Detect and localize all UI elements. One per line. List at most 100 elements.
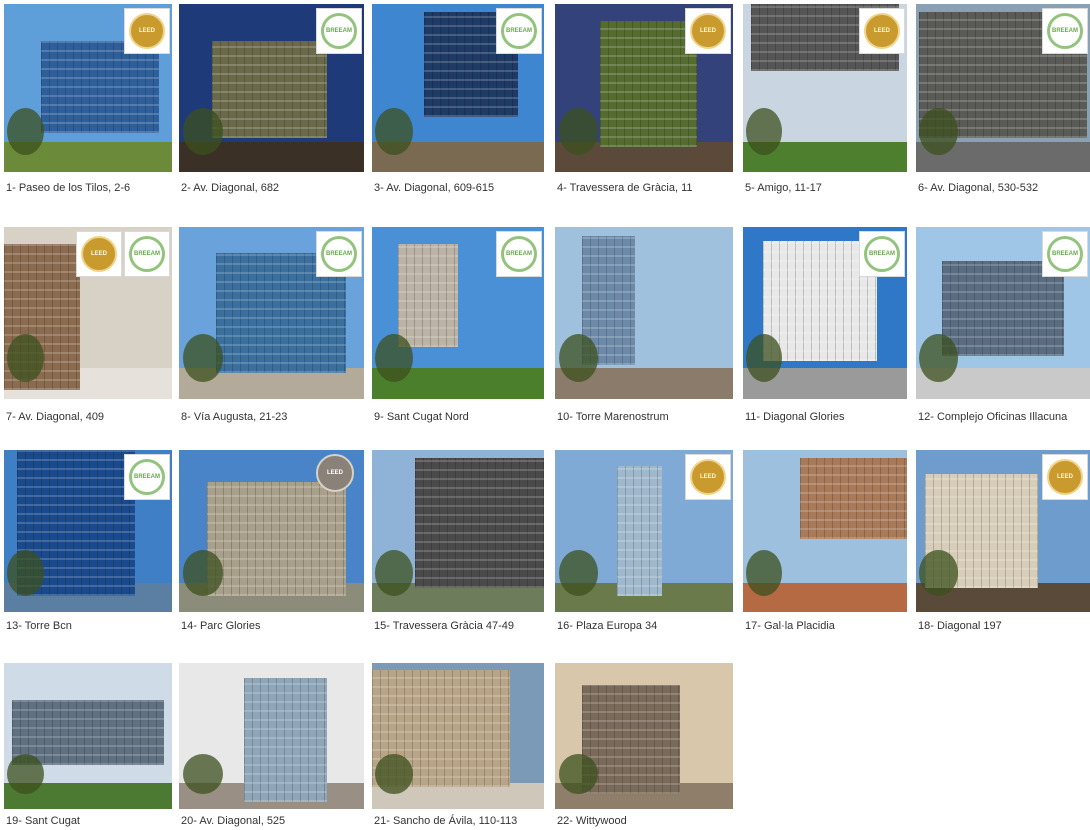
property-tile[interactable]: BREEAM 12- Complejo Oficinas Illacuna	[916, 227, 1090, 425]
property-caption[interactable]: 12- Complejo Oficinas Illacuna	[918, 411, 1067, 424]
property-tile[interactable]: BREEAM 13- Torre Bcn	[4, 450, 172, 634]
property-caption[interactable]: 18- Diagonal 197	[918, 620, 1002, 633]
property-photo[interactable]: LEED	[555, 450, 733, 612]
badge-seal: LEED	[326, 469, 343, 476]
property-caption[interactable]: 17- Gal·la Placidia	[745, 620, 835, 633]
property-caption[interactable]: 15- Travessera Gràcia 47-49	[374, 620, 514, 633]
building	[206, 482, 346, 596]
property-caption[interactable]: 10- Torre Marenostrum	[557, 411, 669, 424]
property-tile[interactable]: 10- Torre Marenostrum	[555, 227, 733, 425]
property-photo[interactable]	[372, 663, 544, 809]
property-caption[interactable]: 14- Parc Glories	[181, 620, 260, 633]
property-caption[interactable]: 19- Sant Cugat	[6, 815, 80, 828]
property-caption[interactable]: 22- Wittywood	[557, 815, 627, 828]
building	[800, 458, 907, 540]
property-tile[interactable]: 22- Wittywood	[555, 663, 733, 829]
property-photo[interactable]: BREEAM	[4, 450, 172, 612]
breeam-certification-badge: BREEAM	[496, 231, 542, 277]
property-caption[interactable]: 6- Av. Diagonal, 530-532	[918, 182, 1038, 195]
property-tile[interactable]: LEED 1- Paseo de los Tilos, 2-6	[4, 4, 172, 196]
leed-certification-badge: LEED	[76, 231, 122, 277]
property-tile[interactable]: BREEAM 8- Vía Augusta, 21-23	[179, 227, 364, 425]
badge-seal: LEED	[690, 13, 726, 49]
property-tile[interactable]: BREEAM LEED 7- Av. Diagonal, 409	[4, 227, 172, 425]
tree	[558, 333, 598, 382]
property-photo[interactable]	[743, 450, 907, 612]
property-caption[interactable]: 3- Av. Diagonal, 609-615	[374, 182, 494, 195]
property-tile[interactable]: 19- Sant Cugat	[4, 663, 172, 829]
property-caption[interactable]: 4- Travessera de Gràcia, 11	[557, 182, 693, 195]
property-caption[interactable]: 1- Paseo de los Tilos, 2-6	[6, 182, 130, 195]
property-caption[interactable]: 20- Av. Diagonal, 525	[181, 815, 285, 828]
property-tile[interactable]: BREEAM 9- Sant Cugat Nord	[372, 227, 544, 425]
property-tile[interactable]: LEED 18- Diagonal 197	[916, 450, 1090, 634]
property-tile[interactable]: 20- Av. Diagonal, 525	[179, 663, 364, 829]
building	[599, 20, 698, 147]
property-tile[interactable]: LEED 4- Travessera de Gràcia, 11	[555, 4, 733, 196]
property-tile[interactable]: LEED 5- Amigo, 11-17	[743, 4, 907, 196]
building-windows	[397, 244, 458, 348]
building-windows	[800, 458, 907, 540]
property-tile[interactable]: LEED 14- Parc Glories	[179, 450, 364, 634]
building	[415, 458, 544, 588]
property-photo[interactable]: LEED	[179, 450, 364, 612]
property-photo[interactable]	[179, 663, 364, 809]
tree	[558, 108, 598, 156]
property-photo[interactable]: BREEAM	[743, 227, 907, 399]
breeam-certification-badge: BREEAM	[859, 231, 905, 277]
property-photo[interactable]	[555, 663, 733, 809]
badge-seal: BREEAM	[129, 236, 165, 272]
property-caption[interactable]: 9- Sant Cugat Nord	[374, 411, 469, 424]
property-tile[interactable]: BREEAM 11- Diagonal Glories	[743, 227, 907, 425]
badge-seal: BREEAM	[1047, 236, 1083, 272]
property-photo[interactable]: BREEAM	[372, 4, 544, 172]
property-caption[interactable]: 5- Amigo, 11-17	[745, 182, 822, 195]
property-caption[interactable]: 16- Plaza Europa 34	[557, 620, 657, 633]
building-windows	[40, 40, 159, 134]
badge-seal: BREEAM	[501, 13, 537, 49]
tree	[182, 333, 224, 382]
property-caption[interactable]: 2- Av. Diagonal, 682	[181, 182, 279, 195]
property-photo[interactable]: BREEAM	[179, 4, 364, 172]
property-photo[interactable]: BREEAM	[916, 4, 1090, 172]
property-caption[interactable]: 13- Torre Bcn	[6, 620, 72, 633]
tree	[746, 550, 783, 596]
property-tile[interactable]: BREEAM 6- Av. Diagonal, 530-532	[916, 4, 1090, 196]
property-photo[interactable]: BREEAM LEED	[4, 227, 172, 399]
property-photo[interactable]: LEED	[743, 4, 907, 172]
breeam-certification-badge: BREEAM	[1042, 8, 1088, 54]
property-tile[interactable]: 21- Sancho de Ávila, 110-113	[372, 663, 544, 829]
property-tile[interactable]: LEED 16- Plaza Europa 34	[555, 450, 733, 634]
property-photo[interactable]	[4, 663, 172, 809]
breeam-certification-badge: BREEAM	[316, 8, 362, 54]
badge-seal: BREEAM	[321, 13, 357, 49]
property-photo[interactable]	[555, 227, 733, 399]
building-windows	[415, 458, 544, 588]
property-caption[interactable]: 7- Av. Diagonal, 409	[6, 411, 104, 424]
property-photo[interactable]	[372, 450, 544, 612]
tree	[7, 550, 45, 596]
breeam-certification-badge: BREEAM	[316, 231, 362, 277]
badge-seal: LEED	[81, 236, 117, 272]
property-photo[interactable]: BREEAM	[372, 227, 544, 399]
property-caption[interactable]: 21- Sancho de Ávila, 110-113	[374, 815, 517, 828]
property-caption[interactable]: 8- Vía Augusta, 21-23	[181, 411, 287, 424]
property-photo[interactable]: BREEAM	[179, 227, 364, 399]
tree	[558, 753, 598, 795]
breeam-certification-badge: BREEAM	[1042, 231, 1088, 277]
property-photo[interactable]: LEED	[4, 4, 172, 172]
property-photo[interactable]: LEED	[555, 4, 733, 172]
badge-seal: LEED	[129, 13, 165, 49]
badge-seal: BREEAM	[1047, 13, 1083, 49]
property-tile[interactable]: 17- Gal·la Placidia	[743, 450, 907, 634]
leed-certification-badge: LEED	[685, 454, 731, 500]
property-tile[interactable]: 15- Travessera Gràcia 47-49	[372, 450, 544, 634]
property-tile[interactable]: BREEAM 3- Av. Diagonal, 609-615	[372, 4, 544, 196]
building-windows	[212, 40, 327, 139]
property-caption[interactable]: 11- Diagonal Glories	[745, 411, 844, 424]
property-tile[interactable]: BREEAM 2- Av. Diagonal, 682	[179, 4, 364, 196]
property-photo[interactable]: LEED	[916, 450, 1090, 612]
tree	[7, 333, 45, 382]
property-photo[interactable]: BREEAM	[916, 227, 1090, 399]
tree	[746, 333, 783, 382]
